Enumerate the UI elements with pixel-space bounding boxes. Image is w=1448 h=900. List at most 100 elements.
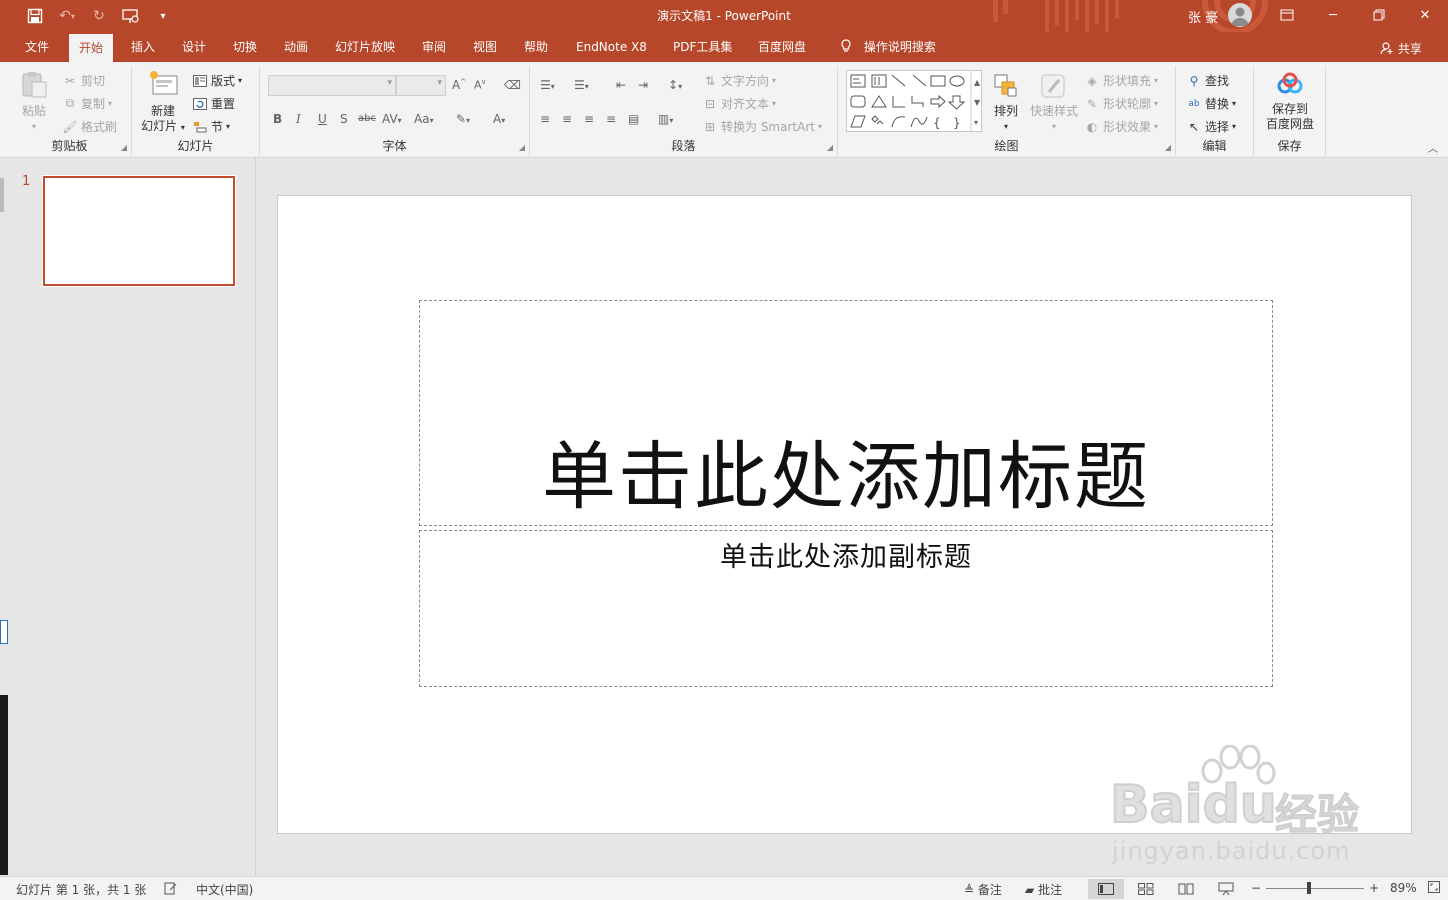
zoom-out-icon[interactable]: − — [1251, 881, 1261, 895]
collapse-ribbon-icon[interactable]: ︿ — [1428, 140, 1438, 155]
avatar[interactable] — [1228, 3, 1252, 27]
restore-icon[interactable] — [1364, 4, 1394, 26]
decrease-font-size-icon[interactable]: Av — [474, 78, 486, 92]
group-slides: 新建 幻灯片 ▾ 版式 ▾ 重置 节 ▾ 幻灯片 — [132, 66, 260, 156]
notes-button[interactable]: ≜ 备注 — [964, 881, 1002, 898]
title-placeholder[interactable]: 单击此处添加标题 — [419, 300, 1273, 526]
font-color-icon[interactable]: A▾ — [493, 112, 505, 126]
tab-transitions[interactable]: 切换 — [223, 39, 267, 62]
tab-home[interactable]: 开始 — [69, 34, 114, 62]
slide-sorter-button[interactable] — [1128, 879, 1164, 899]
minimize-icon[interactable]: ─ — [1318, 4, 1348, 26]
tab-design[interactable]: 设计 — [172, 39, 216, 62]
text-direction-button[interactable]: ⇅ 文字方向 ▾ — [702, 72, 776, 89]
normal-view-button[interactable] — [1088, 879, 1124, 899]
zoom-in-icon[interactable]: + — [1369, 881, 1379, 895]
tab-animations[interactable]: 动画 — [274, 39, 318, 62]
floating-widget-icon[interactable] — [0, 620, 8, 644]
shape-outline-button[interactable]: ✎ 形状轮廓 ▾ — [1084, 95, 1158, 112]
paste-button[interactable]: 粘贴 ▾ — [16, 70, 52, 134]
subtitle-placeholder[interactable]: 单击此处添加副标题 — [419, 530, 1273, 687]
shape-effects-button[interactable]: ◐ 形状效果 ▾ — [1084, 118, 1158, 135]
align-left-icon[interactable]: ≡ — [540, 112, 550, 126]
slide-sorter-icon — [1138, 883, 1154, 895]
layout-label: 版式 — [211, 74, 236, 88]
tab-endnote[interactable]: EndNote X8 — [566, 39, 657, 62]
font-size-combo[interactable] — [396, 75, 446, 96]
layout-button[interactable]: 版式 ▾ — [192, 72, 242, 89]
share-button[interactable]: 共享 — [1380, 40, 1422, 57]
italic-icon[interactable]: I — [296, 112, 301, 126]
copy-button[interactable]: ⧉ 复制 ▾ — [62, 95, 112, 112]
clear-formatting-icon[interactable]: ⌫ — [504, 78, 521, 92]
tab-help[interactable]: 帮助 — [514, 39, 558, 62]
arrange-button[interactable]: 排列 ▾ — [988, 72, 1024, 134]
align-center-icon[interactable]: ≡ — [562, 112, 572, 126]
tab-pdf-tools[interactable]: PDF工具集 — [663, 39, 742, 62]
character-spacing-icon[interactable]: AV▾ — [382, 112, 402, 126]
comments-button[interactable]: ▰ 批注 — [1025, 881, 1062, 898]
slideshow-button[interactable] — [1208, 879, 1244, 899]
text-direction-icon: ⇅ — [704, 73, 716, 88]
shapes-gallery[interactable]: { } ▲ ▼ ▾ — [846, 70, 982, 133]
section-button[interactable]: 节 ▾ — [192, 118, 230, 135]
quick-styles-button[interactable]: 快速样式 ▾ — [1028, 72, 1080, 134]
svg-text:}: } — [953, 116, 961, 130]
language-status[interactable]: 中文(中国) — [196, 881, 253, 898]
line-spacing-icon[interactable]: ↕▾ — [668, 78, 682, 92]
fit-to-window-icon[interactable] — [1428, 881, 1440, 896]
bullets-icon[interactable]: ☰▾ — [540, 78, 555, 92]
select-button[interactable]: ↖ 选择 ▾ — [1186, 118, 1236, 135]
tab-review[interactable]: 审阅 — [412, 39, 456, 62]
slide-canvas[interactable]: 单击此处添加标题 单击此处添加副标题 — [277, 195, 1412, 834]
arrange-icon — [994, 74, 1017, 97]
tab-insert[interactable]: 插入 — [121, 39, 165, 62]
underline-icon[interactable]: U — [318, 112, 327, 126]
shape-fill-button[interactable]: ◈ 形状填充 ▾ — [1084, 72, 1158, 89]
increase-indent-icon[interactable]: ⇥ — [638, 78, 648, 92]
tab-baidu-netdisk[interactable]: 百度网盘 — [748, 39, 816, 62]
align-right-icon[interactable]: ≡ — [584, 112, 594, 126]
increase-font-size-icon[interactable]: A^ — [452, 78, 466, 92]
save-to-baidu-button[interactable]: 保存到 百度网盘 — [1260, 72, 1320, 132]
tab-view[interactable]: 视图 — [463, 39, 507, 62]
zoom-slider-track[interactable] — [1266, 888, 1364, 889]
replace-button[interactable]: ab 替换 ▾ — [1186, 95, 1236, 112]
highlight-icon[interactable]: ✎▾ — [456, 112, 470, 126]
text-shadow-icon[interactable]: S — [340, 112, 348, 126]
strikethrough-icon[interactable]: abc — [358, 113, 376, 124]
format-painter-button[interactable]: 🖌 格式刷 — [62, 118, 117, 135]
close-icon[interactable]: ✕ — [1410, 4, 1440, 26]
tab-slideshow[interactable]: 幻灯片放映 — [325, 39, 405, 62]
font-name-combo[interactable] — [268, 75, 396, 96]
distributed-icon[interactable]: ▤ — [628, 112, 639, 126]
tell-me-search[interactable]: 操作说明搜索 — [830, 39, 946, 62]
tab-file[interactable]: 文件 — [15, 39, 59, 62]
align-text-button[interactable]: ⊟ 对齐文本 ▾ — [702, 95, 776, 112]
numbering-icon[interactable]: ☰▾ — [574, 78, 589, 92]
reading-view-button[interactable] — [1168, 879, 1204, 899]
lightbulb-icon — [840, 39, 856, 54]
justify-icon[interactable]: ≡ — [606, 112, 616, 126]
paragraph-launcher-icon[interactable]: ◢ — [827, 143, 833, 152]
convert-smartart-button[interactable]: ⊞ 转换为 SmartArt ▾ — [702, 118, 822, 135]
quick-styles-icon — [1041, 74, 1065, 98]
change-case-icon[interactable]: Aa▾ — [414, 112, 434, 126]
spellcheck-icon[interactable] — [164, 881, 178, 898]
zoom-slider-thumb[interactable] — [1307, 882, 1311, 894]
drawing-launcher-icon[interactable]: ◢ — [1165, 143, 1171, 152]
cut-button[interactable]: ✂ 剪切 — [62, 72, 105, 89]
user-name[interactable]: 张 豪 — [1188, 7, 1218, 26]
new-slide-button[interactable]: 新建 幻灯片 ▾ — [138, 70, 188, 135]
find-button[interactable]: ⚲ 查找 — [1186, 72, 1229, 89]
share-label: 共享 — [1397, 42, 1422, 56]
columns-icon[interactable]: ▥▾ — [658, 112, 673, 126]
bold-icon[interactable]: B — [273, 112, 282, 126]
zoom-level[interactable]: 89% — [1390, 881, 1417, 895]
font-launcher-icon[interactable]: ◢ — [519, 143, 525, 152]
clipboard-launcher-icon[interactable]: ◢ — [121, 143, 127, 152]
decrease-indent-icon[interactable]: ⇤ — [616, 78, 626, 92]
slide-thumbnail[interactable] — [42, 175, 236, 287]
reset-button[interactable]: 重置 — [192, 95, 235, 112]
ribbon-display-options-icon[interactable] — [1272, 4, 1302, 26]
